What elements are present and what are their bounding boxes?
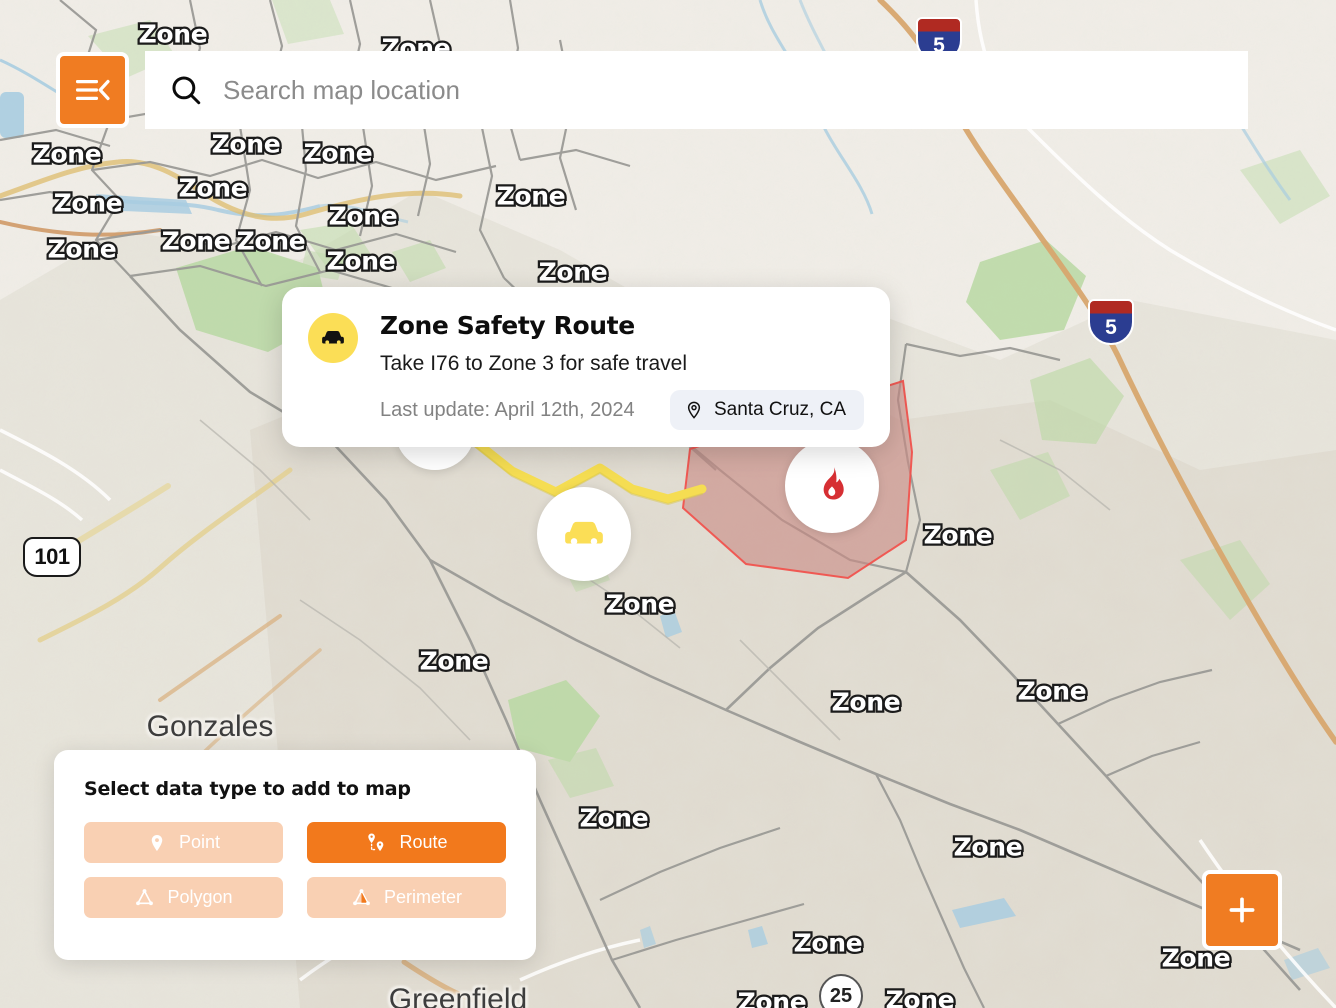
card-title: Zone Safety Route — [380, 311, 635, 340]
card-body: Zone Safety Route Take I76 to Zone 3 for… — [380, 311, 864, 447]
menu-toggle-button[interactable] — [56, 52, 129, 128]
map-pin-icon — [151, 834, 163, 851]
map-marker-car[interactable] — [537, 487, 631, 581]
car-icon — [565, 521, 603, 545]
polygon-icon — [136, 889, 154, 906]
car-icon — [322, 330, 344, 345]
location-chip-label: Santa Cruz, CA — [714, 399, 846, 421]
data-type-label-point: Point — [178, 832, 221, 852]
map-marker-fire[interactable] — [785, 439, 879, 533]
search-bar[interactable]: Search map location — [145, 51, 1248, 129]
data-type-button-polygon[interactable]: Polygon — [84, 877, 283, 918]
data-type-button-point[interactable]: Point — [84, 822, 283, 863]
search-icon — [172, 76, 201, 105]
add-button[interactable] — [1202, 870, 1282, 950]
perimeter-fill-icon — [353, 889, 370, 906]
map-application: Zone Zone Zone Zone Zone Zone Zone Zone Zone Zone… — [0, 0, 1336, 1008]
data-type-label-perimeter: Perimeter — [383, 887, 463, 907]
menu-collapse-left-icon — [75, 79, 110, 101]
data-type-options: Point Route Polygon Perimeter — [84, 822, 506, 918]
card-subtitle: Take I76 to Zone 3 for safe travel — [380, 352, 688, 376]
data-type-label-route: Route — [399, 832, 448, 852]
flame-icon — [823, 467, 844, 500]
card-last-update: Last update: April 12th, 2024 — [380, 398, 635, 421]
data-type-label-polygon: Polygon — [167, 887, 233, 907]
plus-icon — [1229, 897, 1255, 923]
data-type-panel-title: Select data type to add to map — [84, 778, 411, 800]
data-type-button-route[interactable]: Route — [307, 822, 506, 863]
card-avatar — [308, 313, 358, 363]
data-type-button-perimeter[interactable]: Perimeter — [307, 877, 506, 918]
location-pin-icon — [687, 401, 701, 420]
card-footer: Last update: April 12th, 2024 Santa Cruz… — [380, 390, 864, 431]
route-info-card: Zone Safety Route Take I76 to Zone 3 for… — [282, 287, 890, 447]
route-pins-icon — [368, 832, 384, 851]
location-chip[interactable]: Santa Cruz, CA — [670, 390, 864, 431]
data-type-panel: Select data type to add to map Point Rou… — [54, 750, 536, 960]
search-input[interactable]: Search map location — [223, 75, 460, 106]
